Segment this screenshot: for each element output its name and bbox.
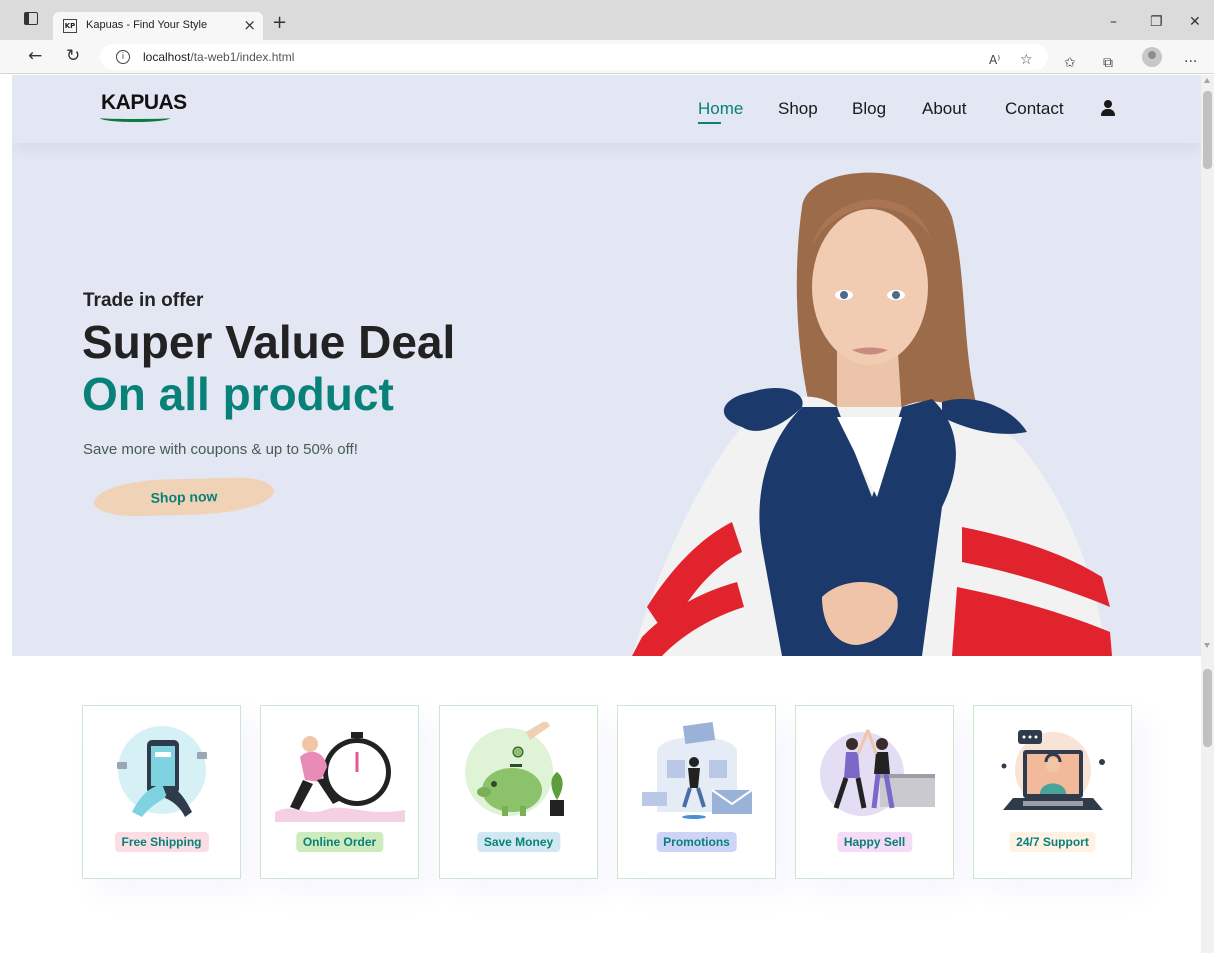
hero-headline-accent: On all product <box>82 368 394 420</box>
feature-card[interactable]: Free Shipping <box>82 705 241 879</box>
free-shipping-illustration-icon <box>117 726 207 817</box>
happy-sell-illustration-icon <box>820 729 935 816</box>
nav-shop[interactable]: Shop <box>778 99 818 119</box>
user-icon[interactable] <box>1101 100 1115 116</box>
address-bar-row: ← ↻ i localhost/ta-web1/index.html A⁾ ☆ … <box>0 40 1214 74</box>
hero-model-image <box>632 172 1112 656</box>
feature-card[interactable]: Happy Sell <box>795 705 954 879</box>
refresh-icon[interactable]: ↻ <box>66 47 80 65</box>
secondary-scrollbar-thumb[interactable] <box>1203 669 1212 747</box>
online-order-illustration-icon <box>275 732 405 822</box>
feature-card[interactable]: Save Money <box>439 705 598 879</box>
url-host: localhost <box>143 50 191 64</box>
scroll-down-icon[interactable] <box>1204 643 1210 648</box>
favicon-icon: KP <box>63 19 77 33</box>
feature-label: Online Order <box>295 832 384 852</box>
promotions-illustration-icon <box>642 722 753 819</box>
save-money-illustration-icon <box>465 722 564 816</box>
feature-label: 24/7 Support <box>1009 832 1096 852</box>
profile-icon[interactable] <box>1142 47 1162 67</box>
feature-label: Free Shipping <box>114 832 209 852</box>
site-header: KAPUAS Home Shop Blog About Contact <box>12 75 1201 143</box>
feature-label: Save Money <box>476 832 561 852</box>
feature-card[interactable]: 24/7 Support <box>973 705 1132 879</box>
collections-icon[interactable]: ⧉ <box>1103 55 1113 71</box>
back-icon[interactable]: ← <box>28 47 42 65</box>
url-input[interactable]: i localhost/ta-web1/index.html A⁾ ☆ <box>100 44 1048 70</box>
window-menu-icon[interactable] <box>24 12 38 25</box>
shop-now-button[interactable]: Shop now <box>93 476 275 518</box>
support-illustration-icon <box>1001 730 1105 810</box>
more-icon[interactable]: ··· <box>1184 54 1197 70</box>
scrollbar-thumb[interactable] <box>1203 91 1212 169</box>
tab-title: Kapuas - Find Your Style <box>86 19 208 31</box>
nav-about[interactable]: About <box>922 99 966 119</box>
favorites-icon[interactable]: ✩ <box>1064 55 1076 71</box>
close-window-icon[interactable]: ✕ <box>1189 14 1201 30</box>
browser-tab[interactable]: KP Kapuas - Find Your Style × <box>53 12 263 40</box>
hero-text: Save more with coupons & up to 50% off! <box>83 441 358 458</box>
page-viewport: KAPUAS Home Shop Blog About Contact Trad… <box>12 75 1201 953</box>
add-favorite-icon[interactable]: ☆ <box>1020 52 1033 68</box>
feature-card[interactable]: Online Order <box>260 705 419 879</box>
nav-home[interactable]: Home <box>698 99 743 124</box>
url-path: /ta-web1/index.html <box>190 50 295 64</box>
features-section: Free Shipping Online Order Save Money Pr… <box>82 705 1132 880</box>
site-info-icon[interactable]: i <box>116 50 130 64</box>
nav-blog[interactable]: Blog <box>852 99 886 119</box>
page-scrollbar[interactable] <box>1201 75 1214 953</box>
site-logo[interactable]: KAPUAS <box>101 91 187 115</box>
browser-title-bar: KP Kapuas - Find Your Style × + – ❐ ✕ <box>0 0 1214 40</box>
new-tab-icon[interactable]: + <box>272 14 287 32</box>
nav-contact[interactable]: Contact <box>1005 99 1064 119</box>
feature-card[interactable]: Promotions <box>617 705 776 879</box>
scroll-up-icon[interactable] <box>1204 78 1210 83</box>
feature-label: Happy Sell <box>836 832 913 852</box>
hero-section: Trade in offer Super Value Deal On all p… <box>12 143 1201 656</box>
minimize-icon[interactable]: – <box>1110 14 1117 30</box>
logo-swoosh <box>100 114 170 122</box>
read-aloud-icon[interactable]: A⁾ <box>989 52 1000 68</box>
restore-icon[interactable]: ❐ <box>1150 14 1163 30</box>
feature-label: Promotions <box>656 832 737 852</box>
hero-subtitle: Trade in offer <box>83 290 204 311</box>
close-tab-icon[interactable]: × <box>243 16 256 34</box>
url-text: localhost/ta-web1/index.html <box>143 50 294 64</box>
hero-headline: Super Value Deal <box>82 316 456 368</box>
